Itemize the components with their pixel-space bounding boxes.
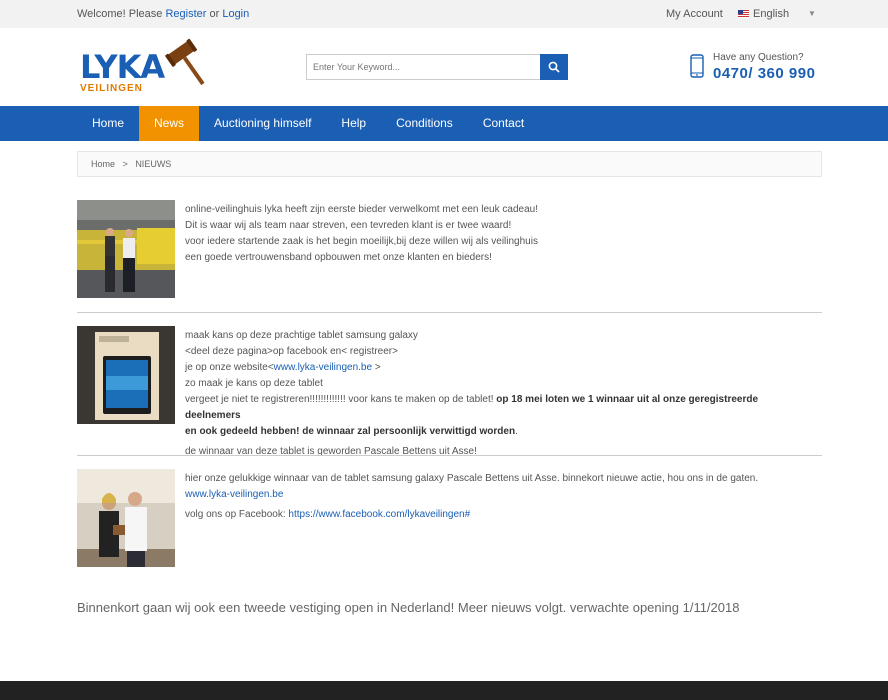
post-image[interactable]: [77, 469, 175, 567]
logo-subtitle: VEILINGEN: [80, 83, 143, 94]
post-line: <deel deze pagina>op facebook en< regist…: [185, 346, 398, 357]
footer-bar: [0, 681, 888, 700]
nav-item-auctioning-himself[interactable]: Auctioning himself: [199, 106, 326, 141]
breadcrumb-home[interactable]: Home: [91, 159, 115, 169]
search-input[interactable]: [306, 54, 540, 80]
post-line: maak kans op deze prachtige tablet samsu…: [185, 330, 418, 341]
post-line: vergeet je niet te registreren!!!!!!!!!!…: [185, 392, 785, 424]
post-text-segment: je op onze website<: [185, 362, 274, 373]
post-divider: [77, 455, 822, 456]
breadcrumb: Home > NIEUWS: [77, 151, 822, 177]
nav-item-help[interactable]: Help: [326, 106, 381, 141]
language-label: English: [753, 8, 790, 20]
language-selector[interactable]: English: [738, 8, 789, 20]
breadcrumb-current: NIEUWS: [135, 159, 172, 169]
post-line: zo maak je kans op deze tablet: [185, 378, 323, 389]
search-icon: [548, 61, 560, 73]
or-text: or: [209, 8, 220, 20]
post-line: Dit is waar wij als team naar streven, e…: [185, 220, 512, 231]
register-link[interactable]: Register: [165, 8, 206, 20]
nav-item-contact[interactable]: Contact: [468, 106, 539, 141]
post-line: voor iedere startende zaak is het begin …: [185, 236, 538, 247]
facebook-link[interactable]: https://www.facebook.com/lykaveilingen#: [288, 509, 470, 520]
post-text: maak kans op deze prachtige tablet samsu…: [185, 328, 785, 460]
website-link[interactable]: www.lyka-veilingen.be: [274, 362, 372, 373]
nav-item-news[interactable]: News: [139, 106, 200, 141]
post-line: online-veilinghuis lyka heeft zijn eerst…: [185, 204, 538, 215]
top-bar: Welcome! Please Register or Login My Acc…: [0, 0, 888, 28]
post-text: online-veilinghuis lyka heeft zijn eerst…: [185, 202, 785, 266]
nav-item-conditions[interactable]: Conditions: [381, 106, 468, 141]
post-line: een goede vertrouwensband opbouwen met o…: [185, 252, 492, 263]
post-text: hier onze gelukkige winnaar van de table…: [185, 471, 785, 523]
post-text-segment: hier onze gelukkige winnaar van de table…: [185, 473, 759, 484]
news-post: online-veilinghuis lyka heeft zijn eerst…: [77, 200, 822, 298]
login-link[interactable]: Login: [222, 8, 249, 20]
gavel-icon: [165, 38, 205, 86]
main-navigation: Home News Auctioning himself Help Condit…: [0, 106, 888, 141]
welcome-text: Welcome! Please: [77, 8, 163, 20]
search-button[interactable]: [540, 54, 568, 80]
question-label: Have any Question?: [713, 52, 804, 63]
announcement-text: Binnenkort gaan wij ook een tweede vesti…: [77, 600, 740, 615]
post-line: en ook gedeeld hebben! de winnaar zal pe…: [185, 424, 785, 440]
post-line: de winnaar van deze tablet is geworden P…: [185, 446, 477, 457]
news-post: maak kans op deze prachtige tablet samsu…: [77, 326, 822, 457]
welcome-message: Welcome! Please Register or Login: [77, 8, 249, 20]
mobile-phone-icon: [690, 54, 704, 78]
site-logo[interactable]: LYKA VEILINGEN: [77, 36, 217, 96]
search-box: [306, 54, 568, 80]
post-line: hier onze gelukkige winnaar van de table…: [185, 471, 785, 503]
post-text-segment: volg ons op Facebook:: [185, 509, 286, 520]
post-divider: [77, 312, 822, 313]
post-bold-text: en ook gedeeld hebben! de winnaar zal pe…: [185, 426, 516, 437]
post-line: je op onze website<www.lyka-veilingen.be…: [185, 360, 785, 376]
post-line: volg ons op Facebook: https://www.facebo…: [185, 507, 785, 523]
news-post: hier onze gelukkige winnaar van de table…: [77, 469, 822, 567]
logo-text: LYKA: [80, 48, 165, 86]
post-image[interactable]: [77, 326, 175, 424]
nav-item-home[interactable]: Home: [77, 106, 139, 141]
warehouse-photo-icon: [77, 200, 175, 298]
post-text-segment: vergeet je niet te registreren!!!!!!!!!!…: [185, 394, 494, 405]
chevron-down-icon[interactable]: ▼: [808, 9, 816, 18]
website-link[interactable]: www.lyka-veilingen.be: [185, 489, 283, 500]
post-text-segment: >: [374, 362, 381, 373]
post-text-segment: .: [515, 426, 518, 437]
post-image[interactable]: [77, 200, 175, 298]
my-account-link[interactable]: My Account: [666, 8, 723, 20]
tablet-photo-icon: [77, 326, 175, 424]
phone-number[interactable]: 0470/ 360 990: [713, 65, 815, 82]
breadcrumb-separator: >: [122, 159, 128, 169]
winner-photo-icon: [77, 469, 175, 567]
us-flag-icon: [738, 10, 749, 18]
header: LYKA VEILINGEN Have any Question?: [0, 28, 888, 106]
